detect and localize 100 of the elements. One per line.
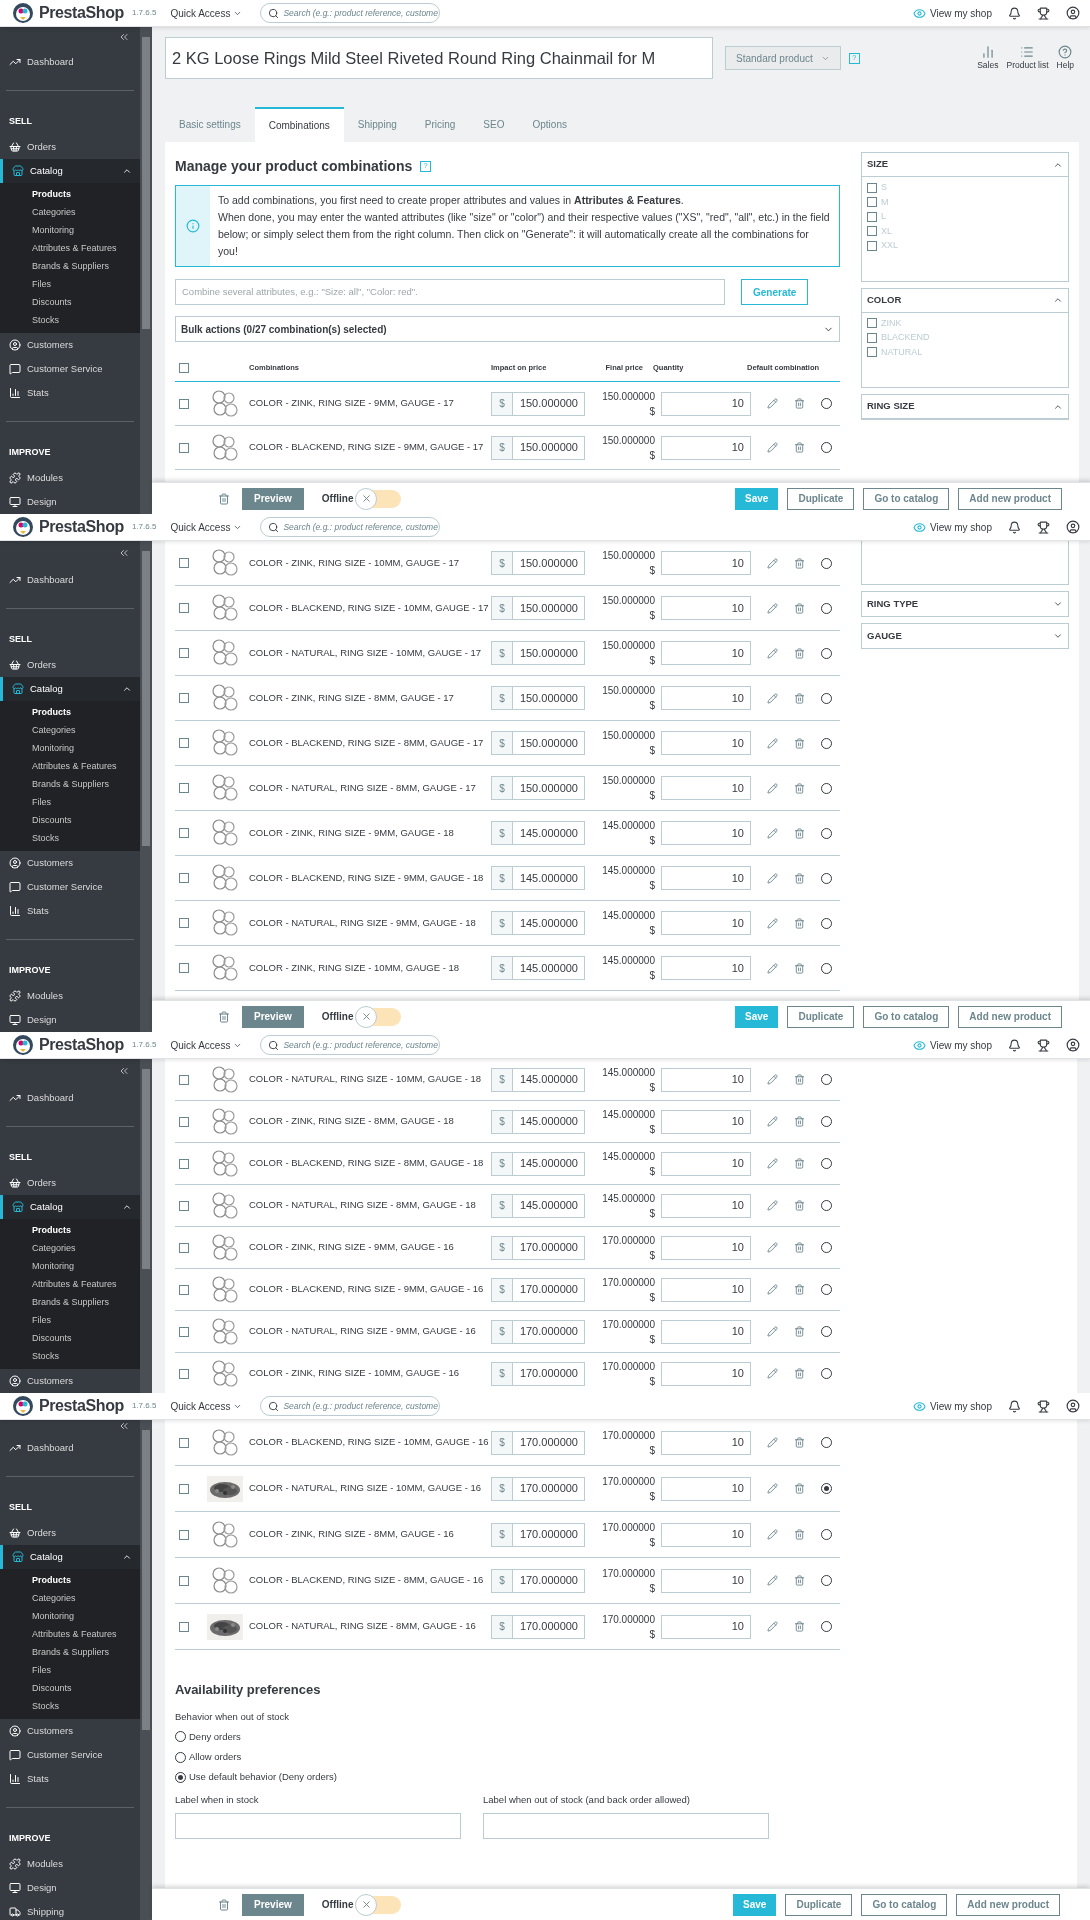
filter-header[interactable]: COLOR — [862, 288, 1068, 313]
sidebar-item[interactable]: Dashboard — [0, 568, 140, 592]
action-button[interactable]: Add new product — [958, 487, 1062, 510]
delete-icon[interactable] — [218, 1010, 230, 1023]
submenu-item[interactable]: Products — [0, 1222, 140, 1240]
user-icon[interactable] — [1066, 520, 1080, 534]
submenu-item[interactable]: Categories — [0, 1590, 140, 1608]
quick-access-menu[interactable]: Quick Access — [170, 1398, 243, 1414]
price-field[interactable]: 150.000000 — [513, 391, 585, 416]
tab[interactable]: Pricing — [410, 107, 470, 142]
filter-checkbox[interactable] — [867, 211, 877, 222]
action-button[interactable]: Duplicate — [787, 487, 855, 510]
edit-icon[interactable] — [767, 442, 778, 453]
submenu-item[interactable]: Discounts — [0, 1680, 140, 1698]
price-field[interactable]: 150.000000 — [513, 641, 585, 665]
delete-icon[interactable] — [794, 1437, 805, 1448]
quantity-field[interactable]: 10 — [661, 1235, 751, 1260]
edit-icon[interactable] — [767, 398, 778, 409]
row-checkbox[interactable] — [179, 1437, 189, 1448]
filter-checkbox[interactable] — [867, 197, 877, 208]
sidebar-item[interactable]: Customers — [0, 851, 140, 875]
price-field[interactable]: 170.000000 — [513, 1568, 585, 1593]
filter-checkbox[interactable] — [867, 182, 877, 193]
price-field[interactable]: 170.000000 — [513, 1319, 585, 1344]
sidebar-item[interactable]: Customers — [0, 1719, 140, 1743]
default-radio[interactable] — [821, 442, 832, 453]
edit-icon[interactable] — [767, 1368, 778, 1379]
preview-button[interactable]: Preview — [242, 487, 304, 510]
sidebar-item[interactable]: Catalog — [0, 159, 140, 183]
sidebar-item[interactable]: Modules — [0, 984, 140, 1008]
bulk-actions-bar[interactable]: Bulk actions (0/27 combination(s) selected) — [175, 316, 840, 342]
view-shop-link[interactable]: View my shop — [912, 519, 992, 535]
view-shop-link[interactable]: View my shop — [912, 1037, 992, 1053]
row-checkbox[interactable] — [179, 693, 189, 703]
quick-access-menu[interactable]: Quick Access — [170, 1037, 243, 1053]
default-radio[interactable] — [821, 1529, 832, 1540]
filter-checkbox[interactable] — [867, 332, 877, 343]
submenu-item[interactable]: Attributes & Features — [0, 1276, 140, 1294]
delete-icon[interactable] — [794, 917, 805, 929]
filter-checkbox[interactable] — [867, 240, 877, 251]
default-radio[interactable] — [821, 1116, 832, 1127]
sidebar-item[interactable]: Design — [0, 490, 140, 514]
default-radio[interactable] — [821, 557, 832, 569]
row-checkbox[interactable] — [179, 1074, 189, 1085]
filter-checkbox[interactable] — [867, 347, 877, 358]
quantity-field[interactable]: 10 — [661, 1522, 751, 1547]
edit-icon[interactable] — [767, 1575, 778, 1586]
quantity-field[interactable]: 10 — [661, 596, 751, 620]
delete-icon[interactable] — [794, 1200, 805, 1211]
default-radio[interactable] — [821, 1575, 832, 1586]
delete-icon[interactable] — [794, 872, 805, 884]
submenu-item[interactable]: Monitoring — [0, 1608, 140, 1626]
quantity-field[interactable]: 10 — [661, 956, 751, 980]
quantity-field[interactable]: 10 — [661, 1067, 751, 1092]
filter-header[interactable]: GAUGE — [862, 624, 1068, 648]
row-checkbox[interactable] — [179, 1326, 189, 1337]
row-checkbox[interactable] — [179, 918, 189, 928]
price-field[interactable]: 170.000000 — [513, 1522, 585, 1547]
sidebar-item[interactable]: Shipping — [0, 1900, 140, 1920]
row-checkbox[interactable] — [179, 603, 189, 613]
quick-access-menu[interactable]: Quick Access — [170, 519, 243, 535]
row-checkbox[interactable] — [179, 1529, 189, 1540]
quantity-field[interactable]: 10 — [661, 435, 751, 460]
sidebar-item[interactable]: Orders — [0, 1171, 140, 1195]
price-field[interactable]: 150.000000 — [513, 731, 585, 755]
submenu-item[interactable]: Products — [0, 1572, 140, 1590]
submenu-item[interactable]: Products — [0, 704, 140, 722]
submenu-item[interactable]: Files — [0, 794, 140, 812]
radio-button[interactable] — [175, 1731, 186, 1743]
logo-text[interactable]: PrestaShop — [39, 515, 124, 539]
quantity-field[interactable]: 10 — [661, 866, 751, 890]
price-field[interactable]: 145.000000 — [513, 956, 585, 980]
default-radio[interactable] — [821, 1621, 832, 1632]
filter-checkbox[interactable] — [867, 226, 877, 237]
quantity-field[interactable]: 10 — [661, 551, 751, 575]
quantity-field[interactable]: 10 — [661, 391, 751, 416]
edit-icon[interactable] — [767, 827, 778, 839]
quantity-field[interactable]: 10 — [661, 1319, 751, 1344]
submenu-item[interactable]: Stocks — [0, 830, 140, 848]
default-radio[interactable] — [821, 398, 832, 409]
price-field[interactable]: 170.000000 — [513, 1361, 585, 1386]
price-field[interactable]: 145.000000 — [513, 821, 585, 845]
price-field[interactable]: 170.000000 — [513, 1430, 585, 1455]
scrollbar[interactable] — [140, 541, 152, 1032]
quantity-field[interactable]: 10 — [661, 1151, 751, 1176]
row-checkbox[interactable] — [179, 1242, 189, 1253]
default-radio[interactable] — [821, 782, 832, 794]
delete-icon[interactable] — [794, 737, 805, 749]
row-checkbox[interactable] — [179, 783, 189, 793]
submenu-item[interactable]: Products — [0, 186, 140, 204]
edit-icon[interactable] — [767, 602, 778, 614]
quantity-field[interactable]: 10 — [661, 686, 751, 710]
delete-icon[interactable] — [794, 1575, 805, 1586]
default-radio[interactable] — [821, 917, 832, 929]
price-field[interactable]: 150.000000 — [513, 596, 585, 620]
tab[interactable]: SEO — [469, 107, 519, 142]
bell-icon[interactable] — [1008, 6, 1021, 20]
toolbar-button[interactable]: Help — [1056, 44, 1074, 72]
price-field[interactable]: 150.000000 — [513, 686, 585, 710]
action-button[interactable]: Duplicate — [787, 1005, 855, 1028]
